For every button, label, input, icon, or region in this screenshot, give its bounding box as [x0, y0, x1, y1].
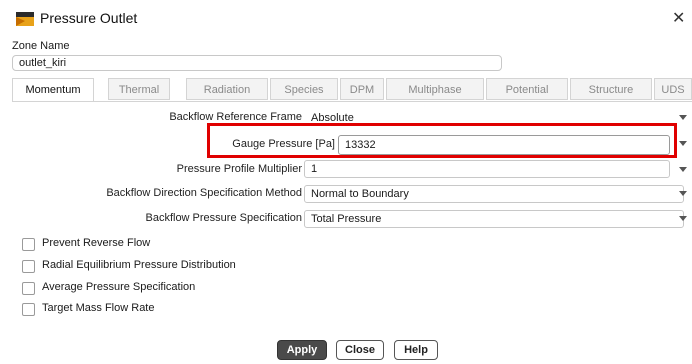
tab-structure[interactable]: Structure	[570, 78, 652, 100]
tab-momentum[interactable]: Momentum	[12, 78, 94, 102]
backflow-direction-method-dropdown[interactable]: Normal to Boundary	[304, 185, 684, 203]
target-mass-flow-checkbox[interactable]	[22, 303, 35, 316]
chevron-down-icon[interactable]	[679, 167, 687, 172]
tab-multiphase[interactable]: Multiphase	[386, 78, 484, 100]
tab-thermal[interactable]: Thermal	[108, 78, 170, 100]
backflow-direction-method-label: Backflow Direction Specification Method	[106, 187, 302, 199]
tab-dpm[interactable]: DPM	[340, 78, 384, 100]
radial-equilibrium-checkbox[interactable]	[22, 260, 35, 273]
backflow-reference-frame-label: Backflow Reference Frame	[169, 111, 302, 123]
close-button[interactable]: Close	[336, 340, 384, 360]
prevent-reverse-flow-checkbox[interactable]	[22, 238, 35, 251]
tab-uds[interactable]: UDS	[654, 78, 692, 100]
radial-equilibrium-label: Radial Equilibrium Pressure Distribution	[42, 259, 236, 271]
chevron-down-icon	[679, 115, 687, 120]
tab-radiation[interactable]: Radiation	[186, 78, 268, 100]
tab-bar: Momentum Thermal Radiation Species DPM M…	[12, 78, 692, 102]
backflow-pressure-spec-dropdown[interactable]: Total Pressure	[304, 210, 684, 228]
tab-species[interactable]: Species	[270, 78, 338, 100]
chevron-down-icon[interactable]	[679, 141, 687, 146]
apply-button[interactable]: Apply	[277, 340, 327, 360]
tab-divider	[12, 101, 692, 102]
pressure-profile-multiplier-label: Pressure Profile Multiplier	[176, 163, 302, 175]
average-pressure-label: Average Pressure Specification	[42, 281, 196, 293]
fluent-boundary-icon	[16, 12, 34, 26]
zone-name-field[interactable]: outlet_kiri	[12, 55, 502, 71]
close-icon[interactable]: ✕	[672, 8, 685, 27]
average-pressure-checkbox[interactable]	[22, 282, 35, 295]
help-button[interactable]: Help	[394, 340, 438, 360]
prevent-reverse-flow-label: Prevent Reverse Flow	[42, 237, 151, 249]
window-title: Pressure Outlet	[40, 10, 138, 26]
backflow-pressure-spec-label: Backflow Pressure Specification	[145, 212, 302, 224]
tab-potential[interactable]: Potential	[486, 78, 568, 100]
target-mass-flow-label: Target Mass Flow Rate	[42, 302, 155, 314]
pressure-profile-multiplier-input[interactable]: 1	[304, 160, 670, 178]
zone-name-label: Zone Name	[12, 40, 70, 52]
chevron-down-icon	[679, 216, 687, 221]
chevron-down-icon	[679, 191, 687, 196]
highlight-box	[207, 123, 677, 158]
